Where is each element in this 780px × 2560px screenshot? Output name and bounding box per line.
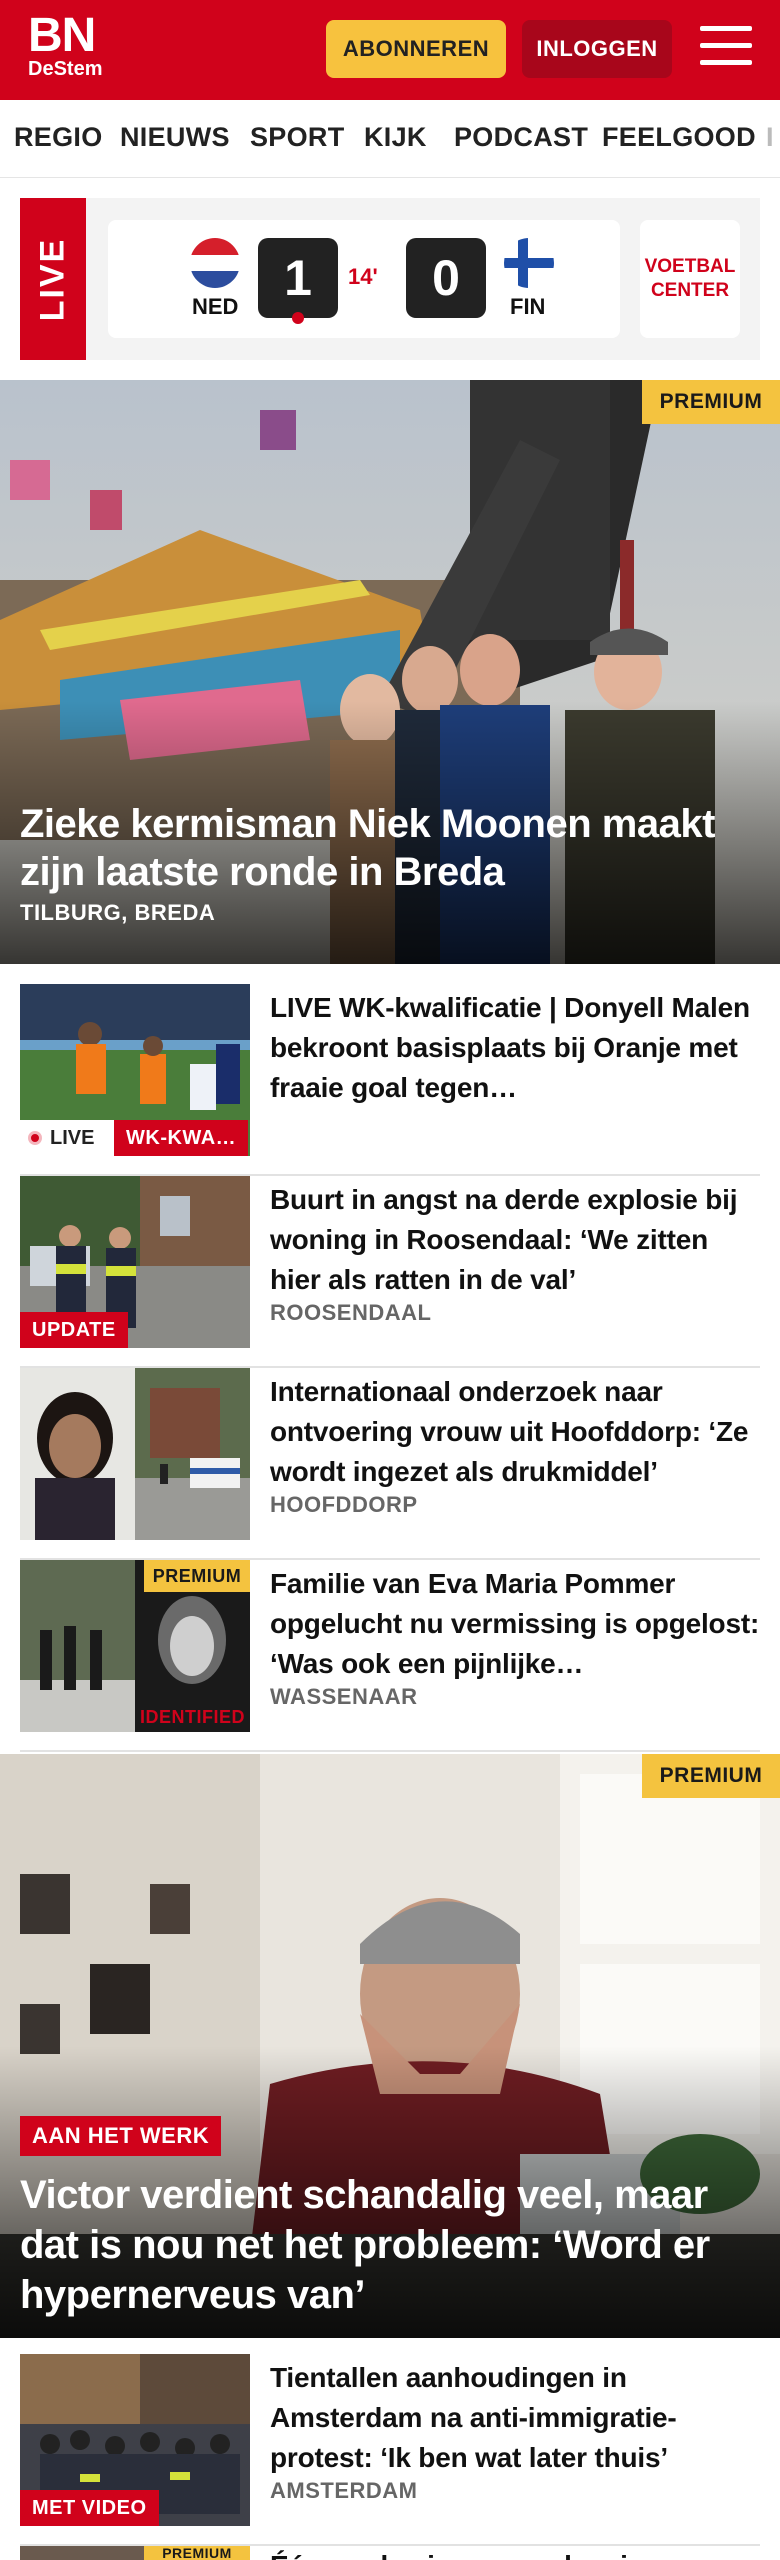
- live-label: LIVE: [20, 198, 86, 360]
- score-card[interactable]: NED 1 14' 0 FIN: [108, 220, 620, 338]
- article-thumbnail: IDENTIFIED PREMIUM: [20, 1560, 250, 1732]
- menu-line: [700, 43, 752, 48]
- hero-location: TILBURG, BREDA: [20, 900, 216, 925]
- premium-badge: PREMIUM: [642, 1754, 780, 1798]
- list-item-cutoff[interactable]: PREMIUM Één op de vier waarschuwingen: [20, 2546, 760, 2560]
- article-thumbnail: UPDATE: [20, 1176, 250, 1348]
- article-thumbnail: MET VIDEO: [20, 2354, 250, 2526]
- premium-badge: PREMIUM: [144, 1560, 250, 1592]
- scoring-indicator: [292, 312, 304, 324]
- logo-bn: BN: [28, 9, 96, 62]
- article-location: WASSENAAR: [270, 1684, 418, 1709]
- section-nav: REGIO NIEUWS SPORT KIJK PODCAST FEELGOOD…: [0, 100, 780, 178]
- menu-line: [700, 60, 752, 65]
- hero-title[interactable]: Zieke kermisman Niek Moonen maakt zijn l…: [20, 800, 760, 896]
- premium-badge: PREMIUM: [642, 380, 780, 424]
- subscribe-button[interactable]: ABONNEREN: [326, 20, 506, 78]
- live-score-widget[interactable]: LIVE NED 1 14' 0 FIN VOETBAL CENTER: [20, 198, 760, 360]
- finland-flag-icon: [504, 238, 554, 288]
- home-score: 1: [258, 238, 338, 318]
- nav-item-sport[interactable]: SPORT: [250, 122, 345, 153]
- voetbal-center-link[interactable]: VOETBAL CENTER: [640, 220, 740, 338]
- nav-item-nieuws[interactable]: NIEUWS: [120, 122, 230, 153]
- nav-item-regio[interactable]: REGIO: [14, 122, 103, 153]
- identified-caption: IDENTIFIED: [139, 1707, 245, 1727]
- video-tag: MET VIDEO: [20, 2490, 159, 2526]
- list-item[interactable]: IDENTIFIED PREMIUM Familie van Eva Maria…: [20, 1560, 760, 1752]
- premium-badge: PREMIUM: [144, 2546, 250, 2560]
- article-title[interactable]: Familie van Eva Maria Pommer opgelucht n…: [270, 1564, 760, 1684]
- list-item[interactable]: MET VIDEO Tientallen aanhoudingen in Ams…: [20, 2354, 760, 2546]
- list-item[interactable]: LIVE WK-KWA… LIVE WK-kwalificatie | Dony…: [20, 984, 760, 1176]
- update-tag: UPDATE: [20, 1312, 128, 1348]
- section-tag: AAN HET WERK: [20, 2116, 222, 2156]
- category-tag: WK-KWA…: [114, 1120, 249, 1156]
- top-header: BN DeStem ABONNEREN INLOGGEN: [0, 0, 780, 100]
- menu-line: [700, 26, 752, 31]
- away-team-code: FIN: [510, 294, 546, 319]
- live-dot-icon: [28, 1131, 42, 1145]
- feature-title[interactable]: Victor verdient schandalig veel, maar da…: [20, 2170, 760, 2320]
- article-location: HOOFDDORP: [270, 1492, 418, 1517]
- article-title[interactable]: Één op de vier waarschuwingen: [270, 2546, 695, 2560]
- netherlands-flag-icon: [190, 238, 240, 288]
- login-button[interactable]: INLOGGEN: [522, 20, 672, 78]
- away-score: 0: [406, 238, 486, 318]
- article-thumbnail: LIVE WK-KWA…: [20, 984, 250, 1156]
- nav-item-cutoff[interactable]: I: [766, 122, 774, 153]
- site-logo[interactable]: BN DeStem: [28, 9, 103, 81]
- feature-article[interactable]: PREMIUM AAN HET WERK Victor verdient sch…: [0, 1754, 780, 2338]
- article-thumbnail: [20, 1368, 250, 1540]
- article-title[interactable]: LIVE WK-kwalificatie | Donyell Malen bek…: [270, 988, 760, 1108]
- match-minute: 14': [348, 264, 378, 289]
- nav-item-feelgood[interactable]: FEELGOOD: [602, 122, 756, 153]
- article-title[interactable]: Tientallen aanhoudingen in Amsterdam na …: [270, 2358, 760, 2478]
- article-location: AMSTERDAM: [270, 2478, 418, 2503]
- article-location: ROOSENDAAL: [270, 1300, 432, 1325]
- list-item[interactable]: UPDATE Buurt in angst na derde explosie …: [20, 1176, 760, 1368]
- article-title[interactable]: Internationaal onderzoek naar ontvoering…: [270, 1372, 760, 1492]
- article-title[interactable]: Buurt in angst na derde explosie bij won…: [270, 1180, 760, 1300]
- logo-destem: DeStem: [28, 58, 103, 80]
- list-item[interactable]: Internationaal onderzoek naar ontvoering…: [20, 1368, 760, 1560]
- home-team-code: NED: [192, 294, 239, 319]
- nav-item-podcast[interactable]: PODCAST: [454, 122, 588, 153]
- live-indicator: LIVE: [20, 1120, 114, 1156]
- menu-icon[interactable]: [700, 26, 752, 70]
- nav-item-kijk[interactable]: KIJK: [364, 122, 427, 153]
- hero-article[interactable]: PREMIUM Zieke kermisman Niek Moonen maak…: [0, 380, 780, 964]
